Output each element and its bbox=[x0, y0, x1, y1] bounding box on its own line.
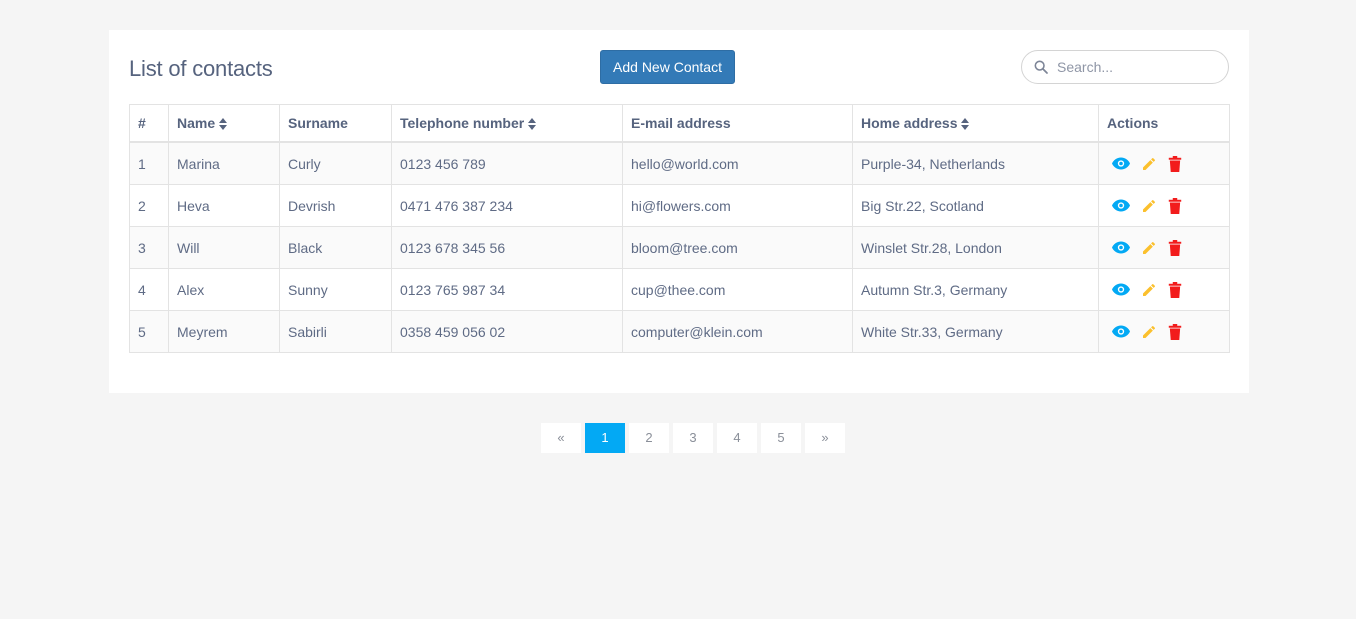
cell-name: Heva bbox=[168, 184, 280, 227]
cell-actions bbox=[1098, 226, 1230, 269]
column-header-label: Surname bbox=[288, 115, 348, 131]
contacts-card: List of contacts Add New Contact # Name … bbox=[109, 30, 1249, 393]
pagination-page-1[interactable]: 1 bbox=[585, 423, 625, 453]
cell-email: computer@klein.com bbox=[622, 310, 853, 353]
cell-number: 4 bbox=[129, 268, 169, 311]
cell-number: 1 bbox=[129, 141, 169, 185]
pencil-icon[interactable] bbox=[1141, 324, 1157, 340]
pagination-page-3[interactable]: 3 bbox=[673, 423, 713, 453]
cell-name: Will bbox=[168, 226, 280, 269]
cell-actions bbox=[1098, 141, 1230, 185]
cell-telephone: 0123 456 789 bbox=[391, 141, 623, 185]
add-new-contact-button[interactable]: Add New Contact bbox=[600, 50, 735, 84]
cell-home-address: Big Str.22, Scotland bbox=[852, 184, 1099, 227]
cell-email: hello@world.com bbox=[622, 141, 853, 185]
trash-icon[interactable] bbox=[1168, 323, 1182, 340]
cell-surname: Black bbox=[279, 226, 392, 269]
table-row: 2 Heva Devrish 0471 476 387 234 hi@flowe… bbox=[129, 184, 1230, 227]
eye-icon[interactable] bbox=[1112, 199, 1130, 212]
search-input[interactable] bbox=[1057, 57, 1217, 77]
table-row: 5 Meyrem Sabirli 0358 459 056 02 compute… bbox=[129, 310, 1230, 353]
pencil-icon[interactable] bbox=[1141, 198, 1157, 214]
column-header-name[interactable]: Name bbox=[168, 104, 280, 143]
column-header-home-address[interactable]: Home address bbox=[852, 104, 1099, 143]
pencil-icon[interactable] bbox=[1141, 156, 1157, 172]
cell-email: bloom@tree.com bbox=[622, 226, 853, 269]
eye-icon[interactable] bbox=[1112, 157, 1130, 170]
column-header-label: E-mail address bbox=[631, 115, 731, 131]
table-header-row: # Name Surname Telephone number E-mail a… bbox=[129, 104, 1230, 143]
pagination-prev-button[interactable]: « bbox=[541, 423, 581, 453]
column-header-label: Telephone number bbox=[400, 115, 525, 131]
search-icon bbox=[1033, 59, 1049, 75]
cell-telephone: 0471 476 387 234 bbox=[391, 184, 623, 227]
trash-icon[interactable] bbox=[1168, 197, 1182, 214]
table-row: 1 Marina Curly 0123 456 789 hello@world.… bbox=[129, 141, 1230, 185]
trash-icon[interactable] bbox=[1168, 155, 1182, 172]
cell-home-address: White Str.33, Germany bbox=[852, 310, 1099, 353]
cell-name: Marina bbox=[168, 141, 280, 185]
column-header-telephone[interactable]: Telephone number bbox=[391, 104, 623, 143]
eye-icon[interactable] bbox=[1112, 241, 1130, 254]
sort-icon[interactable] bbox=[961, 118, 970, 131]
contacts-table: # Name Surname Telephone number E-mail a… bbox=[129, 104, 1230, 353]
cell-home-address: Winslet Str.28, London bbox=[852, 226, 1099, 269]
eye-icon[interactable] bbox=[1112, 283, 1130, 296]
cell-name: Meyrem bbox=[168, 310, 280, 353]
cell-surname: Curly bbox=[279, 141, 392, 185]
sort-icon[interactable] bbox=[219, 118, 228, 131]
cell-number: 3 bbox=[129, 226, 169, 269]
contacts-table-body: 1 Marina Curly 0123 456 789 hello@world.… bbox=[129, 141, 1230, 353]
cell-actions bbox=[1098, 184, 1230, 227]
cell-email: hi@flowers.com bbox=[622, 184, 853, 227]
trash-icon[interactable] bbox=[1168, 239, 1182, 256]
cell-surname: Devrish bbox=[279, 184, 392, 227]
cell-surname: Sabirli bbox=[279, 310, 392, 353]
pagination-page-5[interactable]: 5 bbox=[761, 423, 801, 453]
pagination-page-4[interactable]: 4 bbox=[717, 423, 757, 453]
sort-icon[interactable] bbox=[528, 118, 537, 131]
pencil-icon[interactable] bbox=[1141, 282, 1157, 298]
cell-telephone: 0358 459 056 02 bbox=[391, 310, 623, 353]
eye-icon[interactable] bbox=[1112, 325, 1130, 338]
cell-number: 5 bbox=[129, 310, 169, 353]
cell-number: 2 bbox=[129, 184, 169, 227]
table-row: 4 Alex Sunny 0123 765 987 34 cup@thee.co… bbox=[129, 268, 1230, 311]
cell-actions bbox=[1098, 310, 1230, 353]
cell-email: cup@thee.com bbox=[622, 268, 853, 311]
cell-home-address: Purple-34, Netherlands bbox=[852, 141, 1099, 185]
cell-actions bbox=[1098, 268, 1230, 311]
pagination-page-2[interactable]: 2 bbox=[629, 423, 669, 453]
cell-telephone: 0123 678 345 56 bbox=[391, 226, 623, 269]
column-header-label: # bbox=[138, 115, 146, 131]
pagination: « 1 2 3 4 5 » bbox=[541, 423, 845, 453]
column-header-email: E-mail address bbox=[622, 104, 853, 143]
pagination-next-button[interactable]: » bbox=[805, 423, 845, 453]
trash-icon[interactable] bbox=[1168, 281, 1182, 298]
column-header-label: Home address bbox=[861, 115, 958, 131]
pencil-icon[interactable] bbox=[1141, 240, 1157, 256]
table-row: 3 Will Black 0123 678 345 56 bloom@tree.… bbox=[129, 226, 1230, 269]
cell-surname: Sunny bbox=[279, 268, 392, 311]
page-title: List of contacts bbox=[129, 56, 273, 81]
search-box[interactable] bbox=[1021, 50, 1229, 84]
cell-name: Alex bbox=[168, 268, 280, 311]
column-header-label: Name bbox=[177, 115, 216, 131]
column-header-surname: Surname bbox=[279, 104, 392, 143]
column-header-label: Actions bbox=[1107, 115, 1159, 131]
cell-home-address: Autumn Str.3, Germany bbox=[852, 268, 1099, 311]
column-header-actions: Actions bbox=[1098, 104, 1230, 143]
cell-telephone: 0123 765 987 34 bbox=[391, 268, 623, 311]
column-header-number: # bbox=[129, 104, 169, 143]
